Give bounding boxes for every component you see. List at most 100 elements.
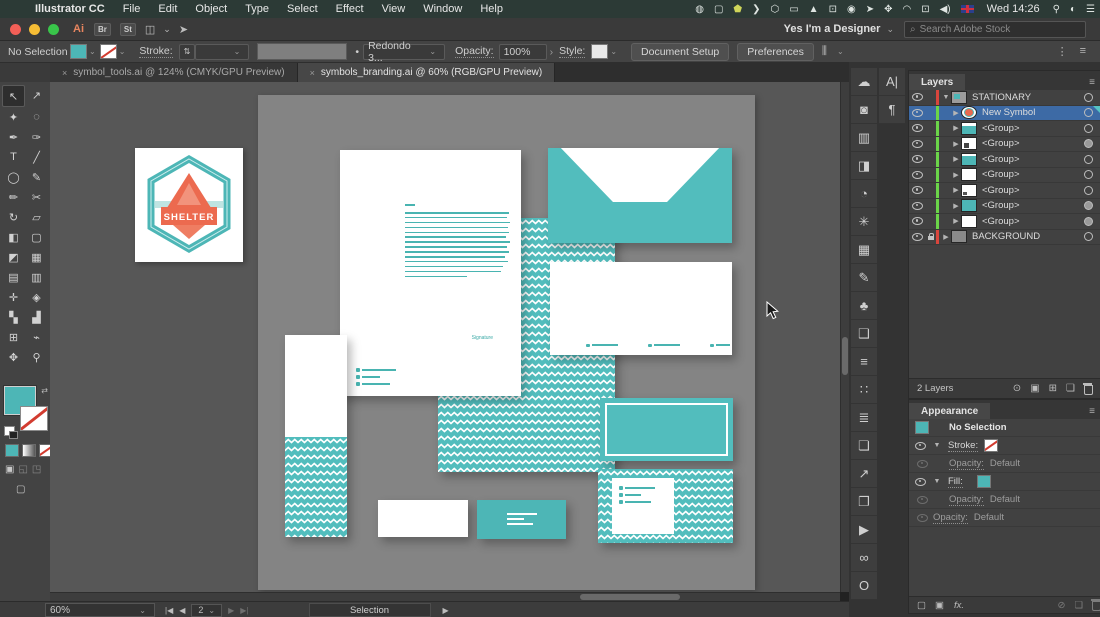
layer-row-6[interactable]: ▶<Group>	[909, 183, 1100, 199]
appearance-fill-row[interactable]: ▼ Fill:	[909, 473, 1100, 491]
pencil-tool[interactable]: ✏	[2, 187, 25, 207]
delete-item-icon[interactable]	[1092, 601, 1100, 611]
status-icon-drive[interactable]: ▲	[804, 4, 824, 15]
first-artboard-button[interactable]: |◀	[165, 606, 173, 615]
share-icon[interactable]: ➤	[179, 23, 188, 36]
notification-center-icon[interactable]: ☰	[1081, 4, 1100, 15]
visibility-eye-icon[interactable]	[915, 478, 926, 486]
layer-name[interactable]: <Group>	[982, 123, 1084, 134]
logo-artboard[interactable]: SHELTER	[135, 148, 243, 262]
appearance-opacity-row[interactable]: Opacity: Default	[909, 509, 1100, 527]
layer-target-circle[interactable]	[1084, 186, 1093, 195]
last-artboard-button[interactable]: ▶|	[240, 606, 248, 615]
close-window-button[interactable]	[10, 24, 21, 35]
panel-icon-actions[interactable]: ▶	[851, 516, 877, 544]
fill-color-swatch[interactable]	[70, 44, 87, 59]
layer-row-3[interactable]: ▶<Group>	[909, 137, 1100, 153]
layer-name[interactable]: New Symbol	[982, 107, 1084, 118]
symbol-sprayer-tool[interactable]: ▚	[2, 307, 25, 327]
status-indicator[interactable]: Selection	[309, 603, 431, 617]
new-layer-icon[interactable]: ❏	[1066, 383, 1075, 394]
visibility-eye-icon[interactable]	[917, 514, 928, 522]
appearance-stroke-row[interactable]: ▼ Stroke:	[909, 437, 1100, 455]
envelope-front[interactable]	[550, 262, 732, 355]
status-icon-shield[interactable]: ⬟	[728, 4, 747, 15]
layer-name[interactable]: <Group>	[982, 216, 1084, 227]
menu-item-file[interactable]: File	[114, 3, 150, 15]
status-icon-accessibility[interactable]: ✥	[879, 4, 897, 15]
panel-icon-swatches[interactable]: ◙	[851, 96, 877, 124]
layer-expand-chevron[interactable]: ▶	[951, 124, 961, 132]
pen-tool[interactable]: ✒	[2, 127, 25, 147]
menu-item-type[interactable]: Type	[236, 3, 278, 15]
status-icon-dropbox[interactable]: ⬡	[765, 4, 784, 15]
status-icon-airplay[interactable]: ⊡	[916, 4, 934, 15]
stroke-weight-dropdown[interactable]: ⌄	[195, 44, 249, 60]
panel-icon-pattern-options[interactable]: ▦	[851, 236, 877, 264]
status-icon-chevron[interactable]: ❯	[747, 4, 765, 15]
align-glyphs-icon[interactable]: ⫼	[822, 45, 827, 58]
layer-row-0[interactable]: ▼STATIONARY	[909, 90, 1100, 106]
vertical-scrollbar-thumb[interactable]	[842, 337, 848, 375]
panel-icon-creative-cloud[interactable]: ☁	[851, 68, 877, 96]
business-card-back[interactable]	[477, 500, 566, 539]
visibility-toggle[interactable]	[909, 140, 926, 148]
status-icon-location[interactable]: ➤	[861, 4, 879, 15]
chevron-down-icon[interactable]: ▼	[932, 442, 942, 449]
panel-icon-color[interactable]: ◨	[851, 152, 877, 180]
panel-icon-brushes[interactable]: ✎	[851, 264, 877, 292]
paintbrush-tool[interactable]: ✎	[25, 167, 48, 187]
gradient-button[interactable]	[22, 444, 36, 457]
layer-target-circle[interactable]	[1084, 170, 1093, 179]
bookmark[interactable]	[285, 335, 347, 537]
wavy-card[interactable]	[598, 469, 733, 543]
opacity-arrow-icon[interactable]: ›	[550, 46, 554, 58]
minimize-window-button[interactable]	[29, 24, 40, 35]
draw-inside-icon[interactable]: ◳	[32, 464, 41, 475]
layer-row-9[interactable]: ▶BACKGROUND	[909, 230, 1100, 246]
style-caret-icon[interactable]: ⌄	[610, 47, 617, 56]
perspective-grid-tool[interactable]: ▤	[2, 267, 25, 287]
status-icon-wd[interactable]: ▭	[784, 4, 803, 15]
panel-icon-menu[interactable]: ≡	[851, 348, 877, 376]
stroke-color-swatch[interactable]	[100, 44, 117, 59]
preferences-button[interactable]: Preferences	[737, 43, 814, 61]
layer-row-1[interactable]: ▶New Symbol	[909, 106, 1100, 122]
visibility-toggle[interactable]	[909, 233, 926, 241]
menu-item-object[interactable]: Object	[186, 3, 236, 15]
type-tool[interactable]: T	[2, 147, 25, 167]
visibility-toggle[interactable]	[909, 93, 926, 101]
style-link-label[interactable]: Style:	[559, 45, 585, 58]
appearance-fill-opacity-row[interactable]: Opacity: Default	[909, 491, 1100, 509]
layer-expand-chevron[interactable]: ▶	[951, 171, 961, 179]
layer-target-circle[interactable]	[1084, 108, 1093, 117]
bridge-button[interactable]: Br	[94, 23, 111, 36]
layer-target-circle[interactable]	[1084, 93, 1093, 102]
locate-object-icon[interactable]: ⊙	[1013, 383, 1021, 394]
status-icon-creative-cloud[interactable]: ◉	[842, 4, 861, 15]
panel-icon-artboards[interactable]: ❐	[851, 488, 877, 516]
hand-tool[interactable]: ✥	[2, 347, 25, 367]
next-artboard-button[interactable]: ▶	[228, 606, 234, 615]
visibility-toggle[interactable]	[909, 217, 926, 225]
stock-button[interactable]: St	[120, 23, 136, 36]
zoom-tool[interactable]: ⚲	[25, 347, 48, 367]
new-stroke-icon[interactable]: ▢	[917, 600, 926, 611]
menu-item-effect[interactable]: Effect	[327, 3, 373, 15]
menu-clock[interactable]: Wed 14:26	[979, 3, 1048, 15]
fill-teal-swatch[interactable]	[977, 475, 991, 488]
panel-icon-gradient[interactable]: ▥	[851, 124, 877, 152]
zoom-window-button[interactable]	[48, 24, 59, 35]
menu-item-select[interactable]: Select	[278, 3, 327, 15]
close-tab-icon[interactable]: ×	[310, 68, 315, 78]
layer-target-circle[interactable]	[1084, 201, 1093, 210]
layer-row-7[interactable]: ▶<Group>	[909, 199, 1100, 215]
panel-icon-links[interactable]: ∞	[851, 544, 877, 572]
appearance-stroke-opacity-row[interactable]: Opacity: Default	[909, 455, 1100, 473]
visibility-toggle[interactable]	[909, 109, 926, 117]
spotlight-icon[interactable]: ⚲	[1048, 4, 1065, 15]
lock-toggle[interactable]	[926, 234, 936, 240]
graph-tool[interactable]: ▟	[25, 307, 48, 327]
menu-app-name[interactable]: Illustrator CC	[26, 3, 114, 15]
teal-card-front[interactable]	[600, 398, 733, 461]
